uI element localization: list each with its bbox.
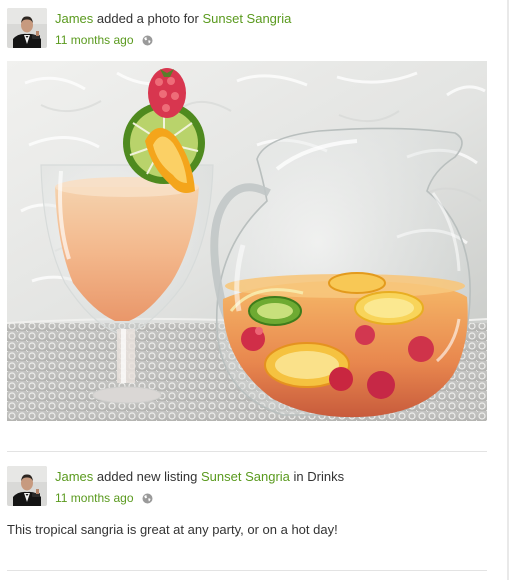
sangria-photo-image bbox=[7, 61, 487, 421]
category-text: in Drinks bbox=[293, 469, 345, 484]
feed-divider bbox=[7, 570, 487, 571]
activity-feed-page: James added a photo for Sunset Sangria 1… bbox=[0, 0, 509, 580]
listing-link[interactable]: Sunset Sangria bbox=[201, 469, 290, 484]
globe-icon[interactable] bbox=[142, 35, 153, 46]
sangria-photo[interactable] bbox=[7, 61, 487, 421]
feed-item-meta: James added a photo for Sunset Sangria 1… bbox=[55, 8, 291, 47]
listing-description: This tropical sangria is great at any pa… bbox=[7, 522, 338, 537]
timestamp-row: 11 months ago bbox=[55, 491, 344, 505]
timestamp-link[interactable]: 11 months ago bbox=[55, 491, 134, 505]
avatar-image bbox=[7, 8, 47, 48]
feed-item-header: James added a photo for Sunset Sangria 1… bbox=[7, 8, 487, 50]
feed-item-headline: James added a photo for Sunset Sangria bbox=[55, 11, 291, 27]
timestamp-link[interactable]: 11 months ago bbox=[55, 33, 134, 47]
avatar-image bbox=[7, 466, 47, 506]
user-avatar[interactable] bbox=[7, 466, 47, 506]
user-link[interactable]: James bbox=[55, 11, 93, 26]
feed-item-meta: James added new listing Sunset Sangria i… bbox=[55, 466, 344, 505]
feed-item-header: James added new listing Sunset Sangria i… bbox=[7, 466, 487, 508]
action-text: added a photo for bbox=[96, 11, 199, 26]
globe-icon[interactable] bbox=[142, 493, 153, 504]
feed-item-photo: James added a photo for Sunset Sangria 1… bbox=[7, 8, 487, 421]
timestamp-row: 11 months ago bbox=[55, 33, 291, 47]
feed-divider bbox=[7, 451, 487, 452]
listing-link[interactable]: Sunset Sangria bbox=[202, 11, 291, 26]
user-link[interactable]: James bbox=[55, 469, 93, 484]
feed-item-listing: James added new listing Sunset Sangria i… bbox=[7, 466, 487, 537]
feed-item-headline: James added new listing Sunset Sangria i… bbox=[55, 469, 344, 485]
user-avatar[interactable] bbox=[7, 8, 47, 48]
action-text: added new listing bbox=[96, 469, 198, 484]
